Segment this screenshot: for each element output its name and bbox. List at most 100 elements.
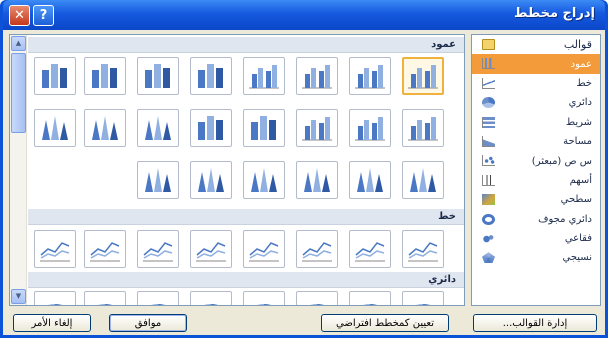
window-title: إدراج مخطط [514,6,595,21]
chart-subtype-thumbnail[interactable] [190,57,232,95]
column-chart-icon [88,60,122,93]
chart-subtype-thumbnail[interactable] [402,291,444,305]
category-item[interactable]: دائري [472,93,600,112]
manage-templates-button[interactable]: إدارة القوالب... [473,314,597,332]
help-button[interactable]: ? [33,5,54,26]
category-item[interactable]: نسيجي [472,248,600,267]
section-pie-header: دائري [28,272,464,288]
line-chart-icon [141,233,175,266]
chart-subtype-thumbnail[interactable] [296,291,338,305]
chart-subtype-thumbnail[interactable] [34,291,76,305]
radar-chart-icon [482,252,495,264]
area-chart-icon [482,135,495,147]
surface-chart-icon [482,194,495,206]
chart-subtype-thumbnail[interactable] [402,109,444,147]
category-item[interactable]: فقاعي [472,229,600,248]
category-item[interactable]: قوالب [472,35,600,54]
category-item[interactable]: دائري مجوف [472,210,600,229]
column-chart-icon [353,112,387,145]
column-chart-icon [194,60,228,93]
category-item[interactable]: مساحة [472,132,600,151]
category-label: عمود [570,58,592,70]
chart-subtype-thumbnail[interactable] [296,161,338,199]
chart-subtype-thumbnail[interactable] [243,161,285,199]
pie-chart-icon [406,294,440,305]
chart-subtype-thumbnail[interactable] [34,57,76,95]
chart-subtype-thumbnail[interactable] [349,109,391,147]
line-chart-icon [406,233,440,266]
gallery-scrollbar[interactable]: ▲ ▼ [10,35,27,305]
line-chart-icon [482,77,495,89]
category-label: فقاعي [564,233,592,245]
chart-subtype-thumbnail[interactable] [349,57,391,95]
chart-subtype-thumbnail[interactable] [243,57,285,95]
chart-subtype-thumbnail[interactable] [296,109,338,147]
chart-subtype-thumbnail[interactable] [84,230,126,268]
category-label: سطحي [560,194,592,206]
column-chart-icon [353,164,387,197]
chart-subtype-thumbnail[interactable] [34,109,76,147]
chart-subtype-thumbnail[interactable] [84,57,126,95]
category-label: دائري مجوف [538,213,592,225]
title-bar[interactable]: ✕ ? إدراج مخطط [3,0,605,30]
chart-subtype-thumbnail[interactable] [349,161,391,199]
cancel-button[interactable]: إلغاء الأمر [13,314,91,332]
chart-subtype-thumbnail[interactable] [349,230,391,268]
category-label: أسهم [569,174,592,186]
line-chart-icon [300,233,334,266]
chart-subtype-thumbnail[interactable] [84,291,126,305]
ok-button[interactable]: موافق [109,314,187,332]
chart-subtype-thumbnail[interactable] [296,230,338,268]
chart-subtype-thumbnail[interactable] [296,57,338,95]
chart-subtype-thumbnail[interactable] [34,230,76,268]
category-label: س ص (مبعثر) [531,155,592,167]
column-chart-icon [300,112,334,145]
chart-subtype-thumbnail[interactable] [137,230,179,268]
scroll-up-icon[interactable]: ▲ [11,36,26,51]
category-item[interactable]: خط [472,74,600,93]
doughnut-chart-icon [482,213,495,225]
column-chart-icon [141,60,175,93]
column-chart-icon [141,112,175,145]
category-item[interactable]: س ص (مبعثر) [472,151,600,170]
category-item[interactable]: أسهم [472,171,600,190]
close-button[interactable]: ✕ [9,5,30,26]
chart-subtype-thumbnail[interactable] [137,161,179,199]
section-column-header: عمود [28,37,464,53]
chart-subtype-thumbnail[interactable] [349,291,391,305]
category-item[interactable]: سطحي [472,190,600,209]
pie-chart-icon [247,294,281,305]
chart-subtype-thumbnail[interactable] [137,57,179,95]
chart-subtype-thumbnail[interactable] [137,291,179,305]
chart-subtype-thumbnail[interactable] [190,230,232,268]
help-icon: ? [39,8,48,23]
category-item[interactable]: عمود [472,54,600,74]
column-chart-icon [300,164,334,197]
chart-subtype-thumbnail[interactable] [402,57,444,95]
chart-subtype-thumbnail[interactable] [84,109,126,147]
chart-subtype-thumbnail[interactable] [190,161,232,199]
category-label: مساحة [563,136,592,148]
line-chart-icon [353,233,387,266]
column-chart-icon [406,164,440,197]
section-line-header: خط [28,209,464,225]
column-chart-icon [247,164,281,197]
chart-subtype-thumbnail[interactable] [243,230,285,268]
set-default-chart-button[interactable]: تعيين كمخطط افتراضي [321,314,449,332]
scroll-thumb[interactable] [11,53,26,133]
line-chart-icon [194,233,228,266]
column-chart-icon [406,60,440,93]
category-item[interactable]: شريط [472,113,600,132]
chart-subtype-thumbnail[interactable] [137,109,179,147]
pie-chart-icon [194,294,228,305]
pie-chart-icon [88,294,122,305]
chart-subtype-thumbnail[interactable] [243,291,285,305]
chart-subtype-thumbnail[interactable] [190,291,232,305]
chart-subtype-thumbnail[interactable] [190,109,232,147]
chart-gallery: ▲ ▼ عمود خط دائري [9,34,465,306]
scroll-down-icon[interactable]: ▼ [11,289,26,304]
chart-subtype-thumbnail[interactable] [402,230,444,268]
folder-icon [482,39,495,50]
chart-subtype-thumbnail[interactable] [402,161,444,199]
chart-subtype-thumbnail[interactable] [243,109,285,147]
